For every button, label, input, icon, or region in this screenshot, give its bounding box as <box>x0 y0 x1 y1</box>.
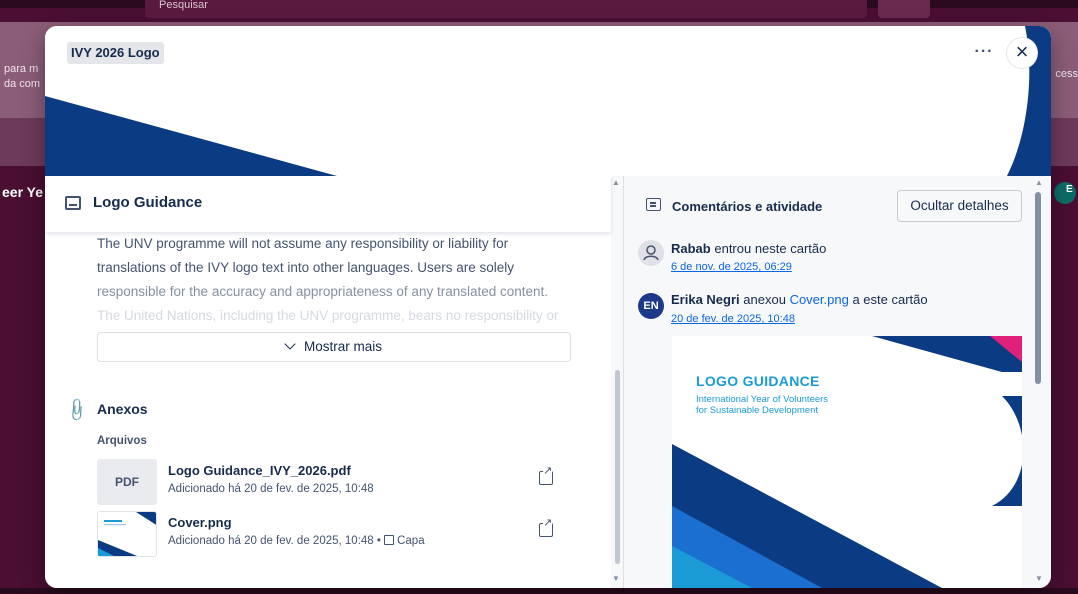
comment-icon <box>646 198 661 211</box>
preview-title: LOGO GUIDANCE <box>696 373 820 389</box>
thumbnail-artwork <box>98 512 156 556</box>
activity-date-link[interactable]: 6 de nov. de 2025, 06:29 <box>671 261 792 273</box>
board-banner-text-line: da com <box>4 78 41 90</box>
attachment-name[interactable]: Logo Guidance_IVY_2026.pdf <box>168 463 351 478</box>
preview-subtitle-line: International Year of Volunteers <box>696 394 829 405</box>
attachment-meta: Adicionado há 20 de fev. de 2025, 10:48 <box>168 483 374 495</box>
scroll-up-arrow-icon[interactable]: ▲ <box>1035 178 1043 187</box>
main-panel-scroll-thumb[interactable] <box>615 370 620 564</box>
preview-subtitle: International Year of Volunteers for Sus… <box>696 394 828 416</box>
board-member-initial: E <box>1066 184 1073 195</box>
description-header: Logo Guidance <box>45 176 611 232</box>
show-more-label: Mostrar mais <box>303 339 382 354</box>
hide-details-button[interactable]: Ocultar detalhes <box>897 190 1022 222</box>
activity-date-link[interactable]: 20 de fev. de 2025, 10:48 <box>671 313 795 325</box>
attachment-preview-image[interactable]: LOGO GUIDANCE International Year of Volu… <box>672 336 1022 588</box>
board-search-input[interactable]: Pesquisar <box>145 0 867 18</box>
activity-action: anexou <box>743 292 786 307</box>
card-main-panel: Logo Guidance The UNV programme will not… <box>45 176 623 588</box>
board-title: eer Ye <box>2 184 44 200</box>
activity-panel: Comentários e atividade Ocultar detalhes… <box>624 176 1051 588</box>
activity-text: Rabab entrou neste cartão <box>671 241 826 256</box>
show-more-button[interactable]: Mostrar mais <box>97 332 571 362</box>
board-bottom <box>0 588 1078 594</box>
person-icon <box>643 245 659 261</box>
description-title: Logo Guidance <box>93 194 203 211</box>
scroll-up-arrow-icon[interactable]: ▲ <box>612 178 620 187</box>
attachment-link[interactable]: Cover.png <box>790 292 849 307</box>
attachments-title: Anexos <box>97 401 148 417</box>
more-options-button[interactable]: ··· <box>970 40 998 68</box>
close-button[interactable]: × <box>1007 38 1037 68</box>
open-external-icon[interactable] <box>539 517 553 537</box>
user-avatar-icon[interactable] <box>638 240 664 266</box>
activity-action: a este cartão <box>852 292 928 307</box>
chevron-down-icon <box>284 338 296 350</box>
activity-title: Comentários e atividade <box>672 199 823 214</box>
preview-subtitle-line: for Sustainable Development <box>696 405 818 416</box>
board-create-button[interactable] <box>878 0 930 18</box>
description-text[interactable]: The UNV programme will not assume any re… <box>97 232 577 328</box>
paperclip-icon: 📎 <box>63 397 90 424</box>
attachment-meta-text: Adicionado há 20 de fev. de 2025, 10:48 … <box>168 535 381 547</box>
card-detail-modal: IVY 2026 Logo ··· × Logo Guidance The UN… <box>45 26 1051 588</box>
description-line: The United Nations, including the UNV pr… <box>97 308 559 323</box>
attachment-item[interactable]: Cover.png Adicionado há 20 de fev. de 20… <box>97 511 567 557</box>
description-line: translations of the IVY logo text into o… <box>97 260 514 275</box>
board-banner-text-line: para m <box>4 63 39 75</box>
activity-action: entrou neste cartão <box>714 241 827 256</box>
cover-label: Capa <box>397 535 425 547</box>
pdf-file-thumbnail[interactable]: PDF <box>97 459 157 505</box>
board-banner-text: para m da com <box>4 62 40 92</box>
attachment-meta: Adicionado há 20 de fev. de 2025, 10:48 … <box>168 535 425 547</box>
scroll-down-arrow-icon[interactable]: ▼ <box>612 574 620 583</box>
scroll-down-arrow-icon[interactable]: ▼ <box>1035 574 1043 583</box>
attachment-name[interactable]: Cover.png <box>168 515 232 530</box>
card-title[interactable]: IVY 2026 Logo <box>67 42 164 64</box>
description-line: The UNV programme will not assume any re… <box>97 236 509 251</box>
image-file-thumbnail[interactable] <box>97 511 157 557</box>
attachment-item[interactable]: PDF Logo Guidance_IVY_2026.pdf Adicionad… <box>97 459 567 505</box>
files-label: Arquivos <box>97 435 147 447</box>
open-external-icon[interactable] <box>539 465 553 485</box>
user-avatar[interactable]: EN <box>638 293 664 319</box>
cover-artwork <box>45 26 1051 176</box>
description-icon <box>65 196 81 210</box>
activity-text: Erika Negri anexou Cover.png a este cart… <box>671 292 928 307</box>
description-line: responsible for the accuracy and appropr… <box>97 284 549 299</box>
activity-scroll-thumb[interactable] <box>1035 192 1041 384</box>
image-icon <box>384 535 395 545</box>
activity-user[interactable]: Rabab <box>671 241 711 256</box>
board-banner-right-text: cess <box>1055 68 1078 80</box>
card-cover[interactable]: IVY 2026 Logo ··· × <box>45 26 1051 176</box>
activity-user[interactable]: Erika Negri <box>671 292 740 307</box>
